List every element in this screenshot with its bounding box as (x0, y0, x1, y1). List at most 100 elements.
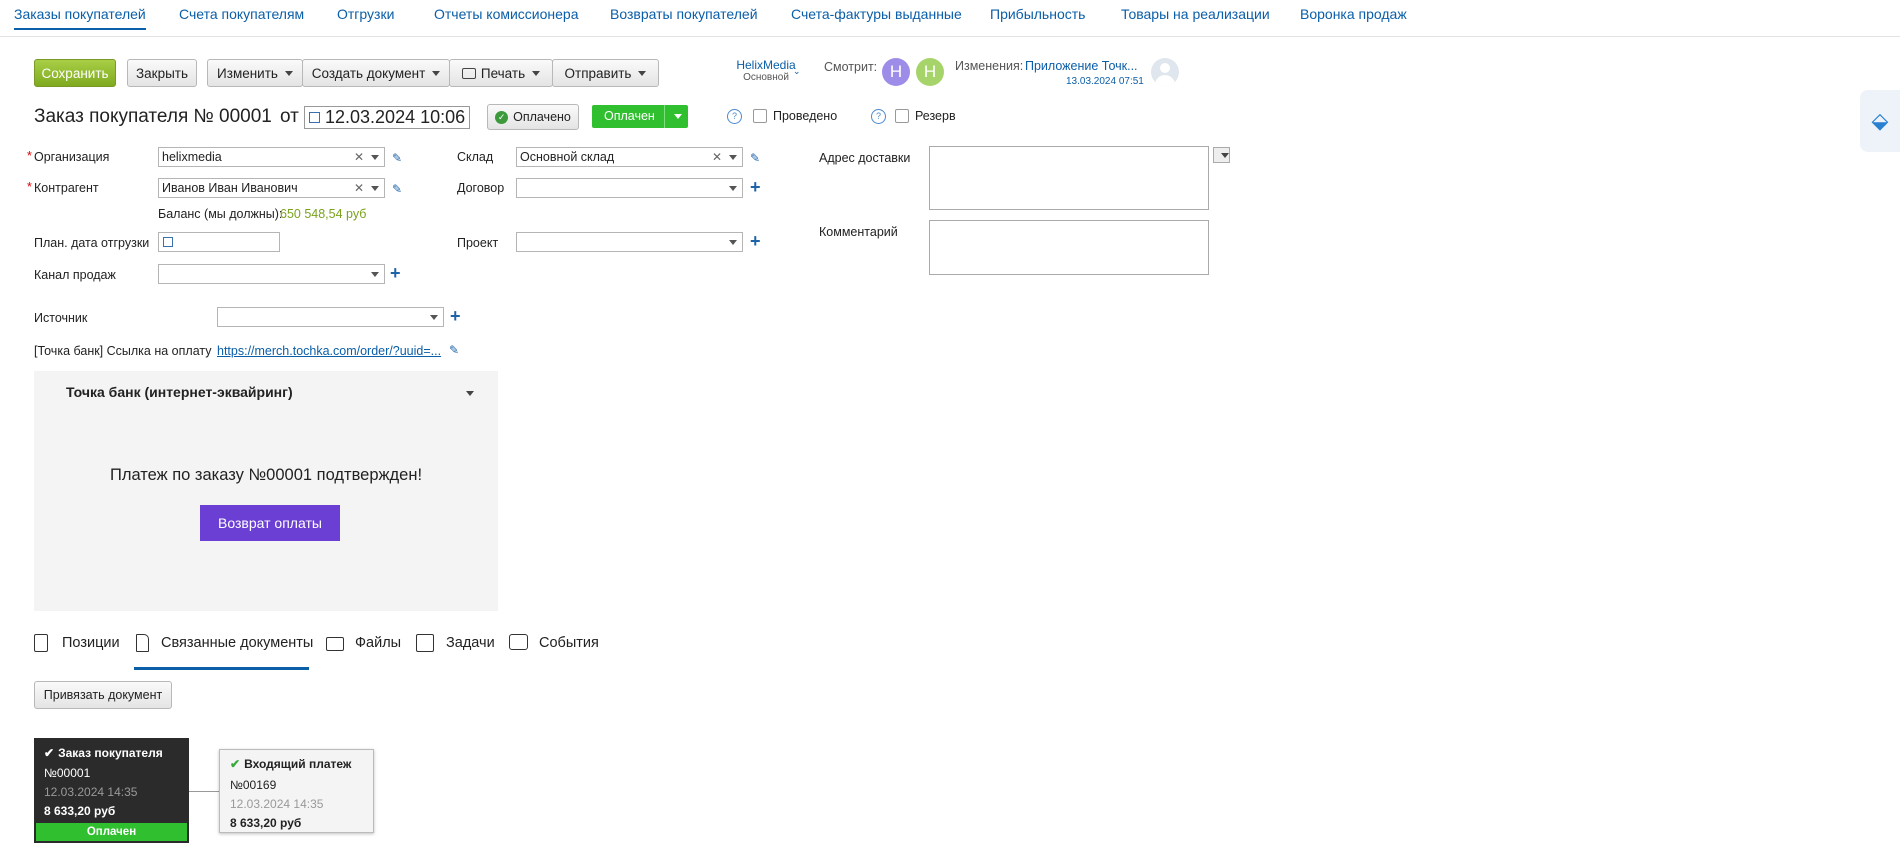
help-icon[interactable]: ? (727, 109, 742, 124)
save-button[interactable]: Сохранить (34, 59, 116, 87)
doc-card-date: 12.03.2024 14:35 (44, 785, 138, 799)
reserve-checkbox[interactable] (895, 109, 909, 123)
nav-customer-orders[interactable]: Заказы покупателей (14, 6, 146, 30)
tab-events[interactable]: События (539, 635, 599, 651)
edit-button[interactable]: Изменить (207, 59, 303, 87)
nav-invoices-issued[interactable]: Счета-фактуры выданные (791, 6, 962, 22)
pay-link[interactable]: https://merch.tochka.com/order/?uuid=... (217, 344, 442, 358)
chevron-down-icon[interactable] (371, 272, 379, 277)
chat-icon (509, 634, 528, 650)
calendar-icon (309, 112, 320, 123)
pencil-icon[interactable]: ✎ (392, 182, 402, 196)
chevron-down-icon[interactable] (729, 186, 737, 191)
sales-channel-label: Канал продаж (34, 268, 116, 282)
chevron-down-icon[interactable] (466, 391, 474, 396)
project-field[interactable] (516, 232, 743, 252)
changes-date: 13.03.2024 07:51 (1066, 76, 1144, 87)
chevron-down-icon[interactable] (729, 240, 737, 245)
clear-icon[interactable]: ✕ (712, 150, 722, 164)
refund-button[interactable]: Возврат оплаты (200, 505, 340, 541)
link-document-button[interactable]: Привязать документ (34, 681, 172, 709)
chevron-down-icon[interactable] (729, 155, 737, 160)
add-icon[interactable]: + (450, 307, 461, 325)
tab-positions[interactable]: Позиции (62, 635, 120, 651)
warehouse-field[interactable]: Основной склад ✕ (516, 147, 743, 167)
check-icon: ✔ (44, 746, 55, 760)
status-badge: Оплачен (36, 823, 187, 841)
date-field[interactable]: 12.03.2024 10:06 (304, 106, 470, 129)
contract-field[interactable] (516, 178, 743, 198)
notebook-icon (416, 634, 434, 652)
chevron-down-icon (432, 70, 441, 76)
doc-card-order[interactable]: ✔ Заказ покупателя №00001 12.03.2024 14:3… (34, 738, 189, 843)
delivery-address-textarea[interactable] (929, 146, 1209, 210)
add-icon[interactable]: + (750, 178, 761, 196)
tab-linked-documents[interactable]: Связанные документы (161, 635, 313, 651)
chevron-down-icon[interactable] (371, 155, 379, 160)
counterparty-value: Иванов Иван Иванович (162, 181, 298, 195)
paid-button[interactable]: ✓ Оплачено (487, 104, 579, 130)
check-circle-icon: ✓ (495, 110, 509, 124)
create-document-label: Создать документ (311, 65, 426, 81)
print-button[interactable]: Печать (449, 59, 553, 87)
expand-button[interactable] (1213, 147, 1230, 163)
status-dropdown[interactable]: Оплачен (592, 105, 688, 128)
nav-sales-funnel[interactable]: Воронка продаж (1300, 6, 1407, 22)
print-label: Печать (480, 65, 526, 81)
nav-shipments[interactable]: Отгрузки (337, 6, 394, 22)
avatar[interactable]: H (916, 58, 944, 86)
pencil-icon[interactable]: ✎ (392, 151, 402, 165)
chevron-down-icon (532, 70, 541, 76)
warehouse-label: Склад (457, 150, 494, 164)
user-avatar-icon[interactable] (1151, 58, 1179, 86)
counterparty-field[interactable]: Иванов Иван Иванович ✕ (158, 178, 385, 198)
changes-link[interactable]: Приложение Точк... (1025, 59, 1138, 73)
doc-card-payment[interactable]: ✔ Входящий платеж №00169 12.03.2024 14:35… (219, 749, 374, 833)
doc-card-title: ✔ Входящий платеж (230, 757, 351, 771)
clear-icon[interactable]: ✕ (354, 150, 364, 164)
org-field[interactable]: helixmedia ✕ (158, 147, 385, 167)
source-field[interactable] (217, 307, 444, 327)
create-document-button[interactable]: Создать документ (302, 59, 450, 87)
nav-commission-reports[interactable]: Отчеты комиссионера (434, 6, 579, 22)
ship-date-label: План. дата отгрузки (34, 236, 150, 250)
org-label: Организация (27, 149, 109, 164)
pencil-icon[interactable]: ✎ (750, 151, 760, 165)
account-selector[interactable]: HelixMedia Основной (729, 58, 803, 83)
chevron-down-icon[interactable] (430, 315, 438, 320)
send-button[interactable]: Отправить (552, 59, 659, 87)
sales-channel-field[interactable] (158, 264, 385, 284)
tab-files[interactable]: Файлы (355, 635, 401, 651)
chevron-down-icon (1221, 153, 1229, 158)
clear-icon[interactable]: ✕ (354, 181, 364, 195)
ship-date-field[interactable] (158, 232, 280, 252)
nav-profitability[interactable]: Прибыльность (990, 6, 1085, 22)
close-button[interactable]: Закрыть (127, 59, 197, 87)
comment-textarea[interactable] (929, 220, 1209, 275)
balance-value: 650 548,54 руб (280, 207, 367, 221)
org-value: helixmedia (162, 150, 222, 164)
document-icon (136, 634, 149, 652)
nav-customer-returns[interactable]: Возвраты покупателей (610, 6, 758, 22)
date-from-label: от (280, 106, 299, 127)
viewing-label: Смотрит: (824, 60, 878, 74)
calendar-icon[interactable] (163, 237, 173, 247)
posted-checkbox[interactable] (753, 109, 767, 123)
doc-card-amount: 8 633,20 руб (230, 816, 302, 830)
diamond-icon[interactable]: ⬙ (1860, 90, 1900, 152)
doc-card-number: №00001 (44, 766, 91, 780)
avatar[interactable]: H (882, 58, 910, 86)
add-icon[interactable]: + (390, 264, 401, 282)
chevron-down-icon[interactable] (371, 186, 379, 191)
doc-card-amount: 8 633,20 руб (44, 804, 116, 818)
help-icon[interactable]: ? (871, 109, 886, 124)
paid-label: Оплачено (513, 110, 571, 124)
pencil-icon[interactable]: ✎ (449, 343, 459, 357)
add-icon[interactable]: + (750, 232, 761, 250)
tab-tasks[interactable]: Задачи (446, 635, 495, 651)
top-nav: Заказы покупателей Счета покупателям Отг… (0, 0, 1900, 37)
nav-customer-invoices[interactable]: Счета покупателям (179, 6, 304, 22)
pay-link-label: [Точка банк] Ссылка на оплату (34, 344, 212, 358)
chevron-down-icon[interactable]: ⌄ (793, 66, 801, 77)
nav-consignment-goods[interactable]: Товары на реализации (1121, 6, 1270, 22)
